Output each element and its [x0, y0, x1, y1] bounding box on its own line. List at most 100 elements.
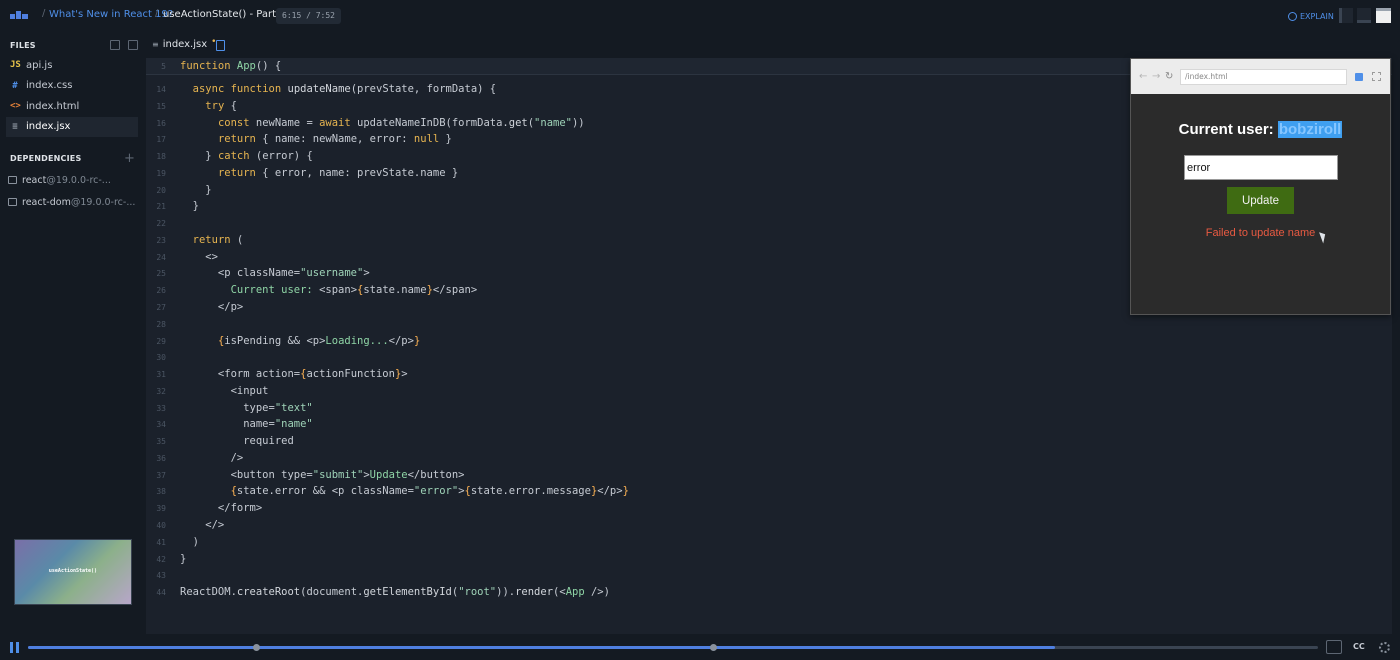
settings-gear-icon[interactable] — [1379, 642, 1390, 653]
progress-bar[interactable] — [28, 644, 1318, 651]
line-number: 29 — [156, 336, 166, 346]
line-number: 38 — [156, 487, 166, 497]
dependency-item[interactable]: react @19.0.0-rc-... — [8, 171, 140, 189]
line-number: 15 — [156, 101, 166, 111]
code-text: <p className="username"> — [180, 267, 370, 280]
layout-bottom-toggle-icon[interactable] — [1357, 8, 1371, 23]
dependency-version: @19.0.0-rc-... — [46, 174, 111, 186]
captions-button[interactable]: CC — [1353, 642, 1365, 651]
line-number: 41 — [156, 537, 166, 547]
current-user-name: bobziroll — [1277, 121, 1343, 138]
line-number: 5 — [161, 62, 166, 71]
file-name: api.js — [26, 59, 53, 71]
file-type-icon: ≡ — [12, 121, 18, 132]
line-number: 37 — [156, 470, 166, 480]
file-item[interactable]: JS api.js — [6, 55, 138, 75]
lesson-thumbnail[interactable]: useActionState() — [14, 539, 132, 605]
code-text: <form action={actionFunction}> — [180, 368, 408, 381]
new-tab-icon[interactable] — [216, 40, 225, 51]
layout-preview-toggle-icon[interactable] — [1376, 8, 1391, 23]
line-number: 40 — [156, 521, 166, 531]
breadcrumb-lesson-title: useActionState() - Part 3 — [163, 9, 286, 20]
line-number: 16 — [156, 118, 166, 128]
file-item[interactable]: ≡ index.jsx — [6, 116, 138, 137]
line-number: 28 — [156, 319, 166, 329]
code-text: function App() { — [180, 60, 282, 72]
code-text: </p> — [180, 301, 244, 313]
line-number: 44 — [156, 588, 166, 598]
file-type-icon: JS — [10, 60, 21, 70]
current-user-paragraph: Current user: bobziroll — [1131, 121, 1390, 138]
code-text: /> — [180, 451, 244, 464]
line-number: 35 — [156, 437, 166, 447]
code-text: <button type="submit">Update</button> — [180, 468, 465, 481]
dependency-version: @19.0.0-rc-... — [70, 196, 136, 208]
breadcrumb-separator: / — [42, 8, 46, 19]
pin-icon[interactable] — [1355, 73, 1363, 81]
chapter-marker[interactable] — [709, 644, 717, 651]
file-name: index.html — [26, 100, 80, 112]
volume-icon[interactable] — [1326, 640, 1342, 654]
line-number: 20 — [156, 185, 166, 195]
dependency-name: react — [22, 174, 47, 186]
name-input[interactable] — [1184, 155, 1338, 180]
line-number: 32 — [156, 386, 166, 396]
code-text: required — [180, 435, 294, 448]
code-text: } — [180, 183, 212, 196]
code-text: return { name: newName, error: null } — [217, 133, 452, 146]
current-user-label: Current user: — [1178, 121, 1274, 138]
line-number: 25 — [156, 269, 166, 279]
code-text: </> — [180, 519, 225, 532]
new-folder-icon[interactable] — [128, 40, 138, 50]
back-arrow-icon[interactable]: ← — [1139, 71, 1147, 82]
code-text: ) — [180, 535, 199, 548]
breadcrumb-separator: / — [155, 8, 159, 19]
explain-button[interactable]: EXPLAIN — [1288, 9, 1334, 23]
explain-label: EXPLAIN — [1300, 11, 1334, 21]
dependency-item[interactable]: react-dom @19.0.0-rc-... — [8, 193, 140, 211]
reload-icon[interactable]: ↻ — [1165, 71, 1173, 82]
code-text: type="text" — [180, 401, 313, 414]
preview-window: ← → ↻ /index.html Current user: bobzirol… — [1130, 58, 1391, 315]
layout-sidebar-toggle-icon[interactable] — [1339, 8, 1353, 23]
code-text: name="name" — [180, 418, 313, 431]
preview-content: Current user: bobziroll Update Failed to… — [1131, 94, 1390, 314]
player-bar: CC — [0, 634, 1400, 660]
code-text: ReactDOM.createRoot(document.getElementB… — [180, 586, 610, 599]
pause-button[interactable] — [10, 642, 20, 653]
forward-arrow-icon[interactable]: → — [1152, 71, 1160, 82]
jsx-file-icon: ≡ — [152, 40, 159, 49]
package-icon — [8, 176, 17, 184]
tab-label: index.jsx — [162, 39, 208, 50]
line-number: 31 — [156, 370, 166, 380]
line-number: 42 — [156, 554, 166, 564]
progress-fill — [28, 646, 1055, 649]
code-text: } — [180, 200, 199, 213]
line-number: 23 — [156, 235, 166, 245]
line-number: 17 — [156, 135, 166, 145]
line-number: 34 — [156, 420, 166, 430]
update-button[interactable]: Update — [1227, 187, 1294, 214]
new-file-icon[interactable] — [110, 40, 120, 50]
sidebar: FILES JS api.js # index.css <> index.html ≡ ind… — [0, 32, 146, 634]
package-icon — [8, 198, 17, 206]
thumbnail-title: useActionState() — [48, 568, 98, 574]
code-text: return { error, name: prevState.name } — [217, 166, 459, 179]
scrimba-logo-icon[interactable] — [10, 11, 30, 21]
code-text: return ( — [192, 233, 244, 246]
chapter-marker[interactable] — [253, 644, 261, 651]
dependencies-header: DEPENDENCIES — [10, 154, 82, 163]
file-item[interactable]: # index.css — [6, 76, 138, 96]
preview-url-bar[interactable]: /index.html — [1180, 69, 1347, 85]
code-text: <input — [180, 384, 269, 397]
line-number: 36 — [156, 453, 166, 463]
expand-icon[interactable] — [1372, 72, 1381, 81]
tab-index-jsx[interactable]: ≡ index.jsx • — [152, 37, 216, 51]
line-number: 39 — [156, 504, 166, 514]
line-number: 27 — [156, 303, 166, 312]
file-item[interactable]: <> index.html — [6, 96, 138, 116]
add-dependency-icon[interactable]: + — [124, 151, 135, 166]
editor-tab-bar: ≡ index.jsx • — [146, 32, 1392, 58]
line-number: 22 — [156, 219, 166, 229]
line-number: 30 — [156, 353, 166, 363]
